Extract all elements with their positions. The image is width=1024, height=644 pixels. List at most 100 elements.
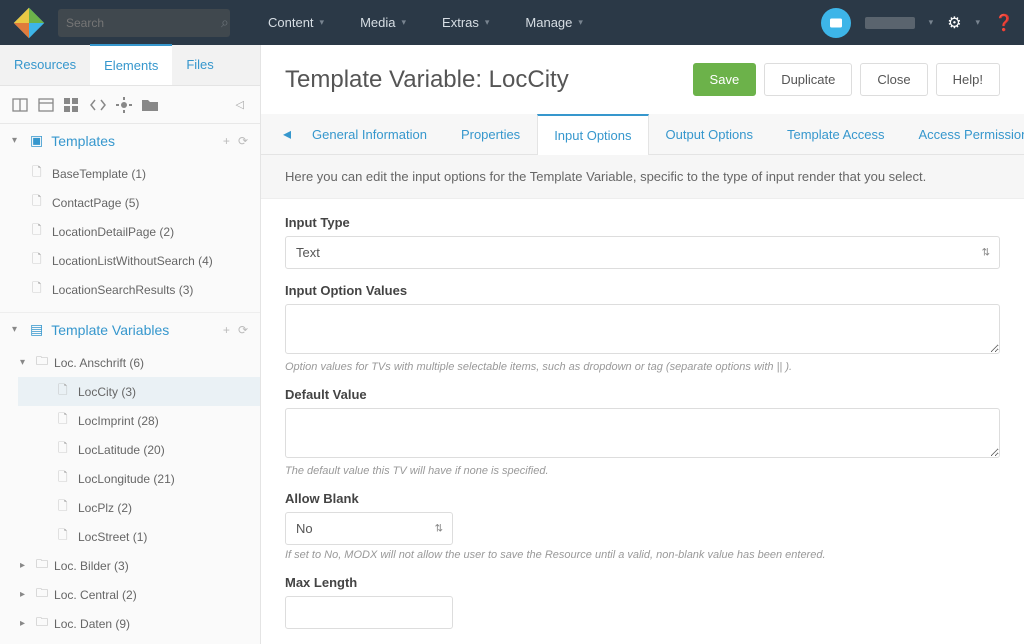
add-icon[interactable]: +: [223, 134, 230, 148]
help-button[interactable]: Help!: [936, 63, 1000, 96]
save-button[interactable]: Save: [693, 63, 757, 96]
tab-template-access[interactable]: Template Access: [770, 114, 902, 154]
username[interactable]: [865, 17, 915, 29]
chevron-down-icon: ▾: [12, 135, 22, 146]
templates-label: Templates: [51, 133, 115, 149]
add-icon[interactable]: +: [223, 323, 230, 337]
input-type-label: Input Type: [285, 215, 1000, 230]
tv-icon[interactable]: [38, 98, 56, 112]
tree-item[interactable]: 🗋LocLongitude (21): [18, 464, 260, 493]
allow-blank-label: Allow Blank: [285, 491, 1000, 506]
sidebar: Resources Elements Files ◁ ▾ ▣ Templates…: [0, 45, 261, 644]
help-icon[interactable]: ❓: [994, 13, 1014, 33]
tree-item[interactable]: 🗋LocPlz (2): [18, 493, 260, 522]
tree-folder[interactable]: ▸🗀Loc. Central (2): [0, 580, 260, 609]
tvars-header[interactable]: ▾ ▤ Template Variables +⟳: [0, 313, 260, 346]
tab-properties[interactable]: Properties: [444, 114, 537, 154]
template-icon: ▣: [30, 132, 43, 149]
chunk-icon[interactable]: [64, 98, 82, 112]
file-icon: 🗋: [58, 468, 72, 489]
tree-item[interactable]: 🗋LocImprint (28): [18, 406, 260, 435]
tab-output-options[interactable]: Output Options: [649, 114, 770, 154]
input-type-select[interactable]: Text: [285, 236, 1000, 269]
nav-manage[interactable]: Manage▾: [507, 0, 601, 45]
topbar: ⌕ Content▾ Media▾ Extras▾ Manage▾ ▾ ⚙ ▾ …: [0, 0, 1024, 45]
refresh-icon[interactable]: ⟳: [238, 323, 248, 337]
element-tree: ▾ ▣ Templates + ⟳ 🗋BaseTemplate (1) 🗋Cont…: [0, 124, 260, 644]
nav-content[interactable]: Content▾: [250, 0, 342, 45]
file-icon: 🗋: [58, 410, 72, 431]
user-avatar[interactable]: [821, 8, 851, 38]
chevron-down-icon: ▾: [20, 357, 30, 368]
default-value-input[interactable]: [285, 408, 1000, 458]
plugin-icon[interactable]: [116, 97, 134, 113]
tree-item[interactable]: 🗋LocationSearchResults (3): [0, 275, 260, 304]
duplicate-button[interactable]: Duplicate: [764, 63, 852, 96]
gear-icon[interactable]: ⚙: [947, 13, 961, 33]
folder-icon: 🗀: [36, 352, 48, 373]
main-content: Template Variable: LocCity Save Duplicat…: [261, 45, 1024, 644]
file-icon: 🗋: [32, 192, 46, 213]
tab-files[interactable]: Files: [172, 45, 227, 85]
search-input[interactable]: [66, 16, 221, 30]
tab-input-options[interactable]: Input Options: [537, 114, 648, 155]
file-icon: 🗋: [32, 279, 46, 300]
tv-icon: ▤: [30, 321, 43, 338]
chevron-down-icon: ▾: [320, 17, 325, 28]
nav-extras[interactable]: Extras▾: [424, 0, 507, 45]
templates-header[interactable]: ▾ ▣ Templates + ⟳: [0, 124, 260, 157]
chevron-right-icon: ▸: [20, 589, 30, 600]
tree-folder[interactable]: ▾🗀Loc. Anschrift (6): [0, 348, 260, 377]
tvars-label: Template Variables: [51, 322, 169, 338]
topbar-right: ▾ ⚙ ▾ ❓: [821, 8, 1014, 38]
sidebar-toolbar: ◁: [0, 86, 260, 124]
nav-media[interactable]: Media▾: [342, 0, 424, 45]
modx-logo[interactable]: [10, 4, 48, 42]
intro-text: Here you can edit the input options for …: [261, 155, 1024, 199]
option-values-help: Option values for TVs with multiple sele…: [285, 361, 1000, 373]
tree-folder[interactable]: ▸🗀Loc. Kontaktdaten (5): [0, 638, 260, 644]
search-icon: ⌕: [221, 14, 229, 31]
chevron-down-icon: ▾: [929, 17, 934, 28]
sidebar-tabs: Resources Elements Files: [0, 45, 260, 86]
allow-blank-help: If set to No, MODX will not allow the us…: [285, 549, 1000, 561]
chevron-right-icon: ▸: [20, 560, 30, 571]
main-tabs: ◂ General Information Properties Input O…: [261, 114, 1024, 155]
file-icon: 🗋: [58, 526, 72, 547]
allow-blank-select[interactable]: No: [285, 512, 453, 545]
tab-elements[interactable]: Elements: [90, 44, 172, 85]
tree-folder[interactable]: ▸🗀Loc. Bilder (3): [0, 551, 260, 580]
refresh-icon[interactable]: ⟳: [238, 134, 248, 148]
form-panel: Input Type Text ⇅ Input Option Values Op…: [261, 199, 1024, 644]
folder-icon: 🗀: [36, 613, 48, 634]
page-header: Template Variable: LocCity Save Duplicat…: [261, 45, 1024, 114]
file-icon: 🗋: [58, 381, 72, 402]
category-icon[interactable]: [142, 98, 160, 111]
max-length-input[interactable]: [285, 596, 453, 629]
max-length-label: Max Length: [285, 575, 1000, 590]
tree-item[interactable]: 🗋LocLatitude (20): [18, 435, 260, 464]
global-search[interactable]: ⌕: [58, 9, 230, 37]
file-icon: 🗋: [58, 497, 72, 518]
tab-resources[interactable]: Resources: [0, 45, 90, 85]
tree-folder[interactable]: ▸🗀Loc. Daten (9): [0, 609, 260, 638]
tree-item[interactable]: 🗋LocationListWithoutSearch (4): [0, 246, 260, 275]
tree-item-loccity[interactable]: 🗋LocCity (3): [18, 377, 260, 406]
option-values-label: Input Option Values: [285, 283, 1000, 298]
file-icon: 🗋: [58, 439, 72, 460]
tab-general[interactable]: General Information: [295, 114, 444, 154]
tree-item[interactable]: 🗋BaseTemplate (1): [0, 159, 260, 188]
collapse-handle[interactable]: ◁: [232, 94, 248, 115]
tree-item[interactable]: 🗋ContactPage (5): [0, 188, 260, 217]
page-title: Template Variable: LocCity: [285, 66, 685, 94]
chevron-down-icon: ▾: [578, 17, 583, 28]
chevron-down-icon: ▾: [485, 17, 490, 28]
tab-access-permissions[interactable]: Access Permissions: [902, 114, 1024, 154]
snippet-icon[interactable]: [90, 99, 108, 111]
tree-item[interactable]: 🗋LocationDetailPage (2): [0, 217, 260, 246]
template-icon[interactable]: [12, 98, 30, 112]
tab-scroll-left-icon[interactable]: ◂: [279, 124, 295, 144]
tree-item[interactable]: 🗋LocStreet (1): [18, 522, 260, 551]
close-button[interactable]: Close: [860, 63, 927, 96]
option-values-input[interactable]: [285, 304, 1000, 354]
